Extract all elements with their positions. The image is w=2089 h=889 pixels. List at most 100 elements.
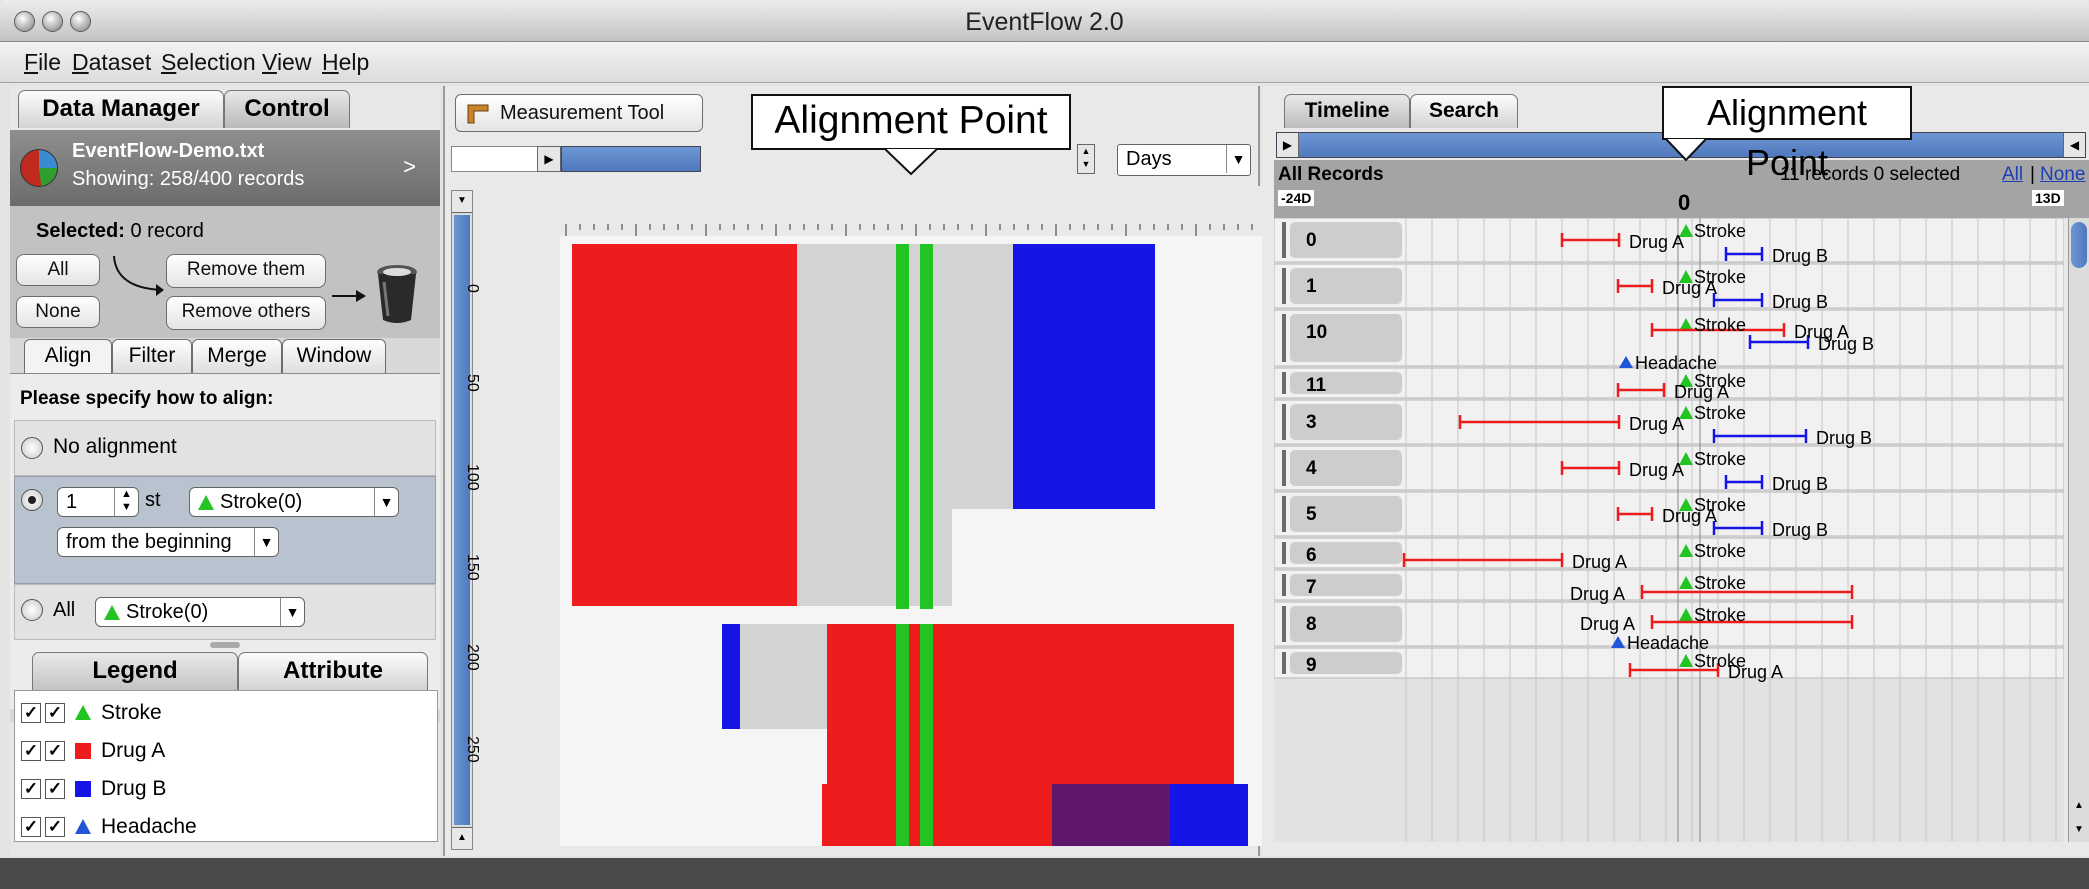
measurement-tool-button[interactable]: Measurement Tool: [455, 94, 703, 132]
event-label: Drug B: [1772, 292, 1829, 312]
menu-file[interactable]: File: [24, 49, 61, 76]
zoom-slider[interactable]: [561, 146, 701, 172]
legend-drug-a-select-checkbox[interactable]: ✓: [45, 741, 65, 761]
all-event-radio[interactable]: [21, 599, 43, 621]
tab-filter[interactable]: Filter: [112, 339, 192, 373]
record-id-label[interactable]: 0: [1282, 222, 1402, 258]
rows-scrollbar[interactable]: ▼ ▲: [2068, 218, 2089, 842]
select-none-link[interactable]: None: [2040, 164, 2085, 186]
stroke-bar: [920, 624, 933, 846]
drug-b-square-icon: [75, 781, 91, 797]
record-id-label[interactable]: 9: [1282, 652, 1402, 676]
all-event-option: All Stroke(0) ▼: [14, 584, 436, 640]
record-id-label[interactable]: 8: [1282, 606, 1402, 642]
remove-others-button[interactable]: Remove others: [166, 296, 326, 330]
record-id-label[interactable]: 3: [1282, 404, 1402, 440]
nth-event-radio[interactable]: [21, 489, 43, 511]
splitter-handle[interactable]: [210, 642, 240, 648]
legend-drug-b-visible-checkbox[interactable]: ✓: [21, 779, 41, 799]
event-label: Drug A: [1629, 460, 1685, 480]
no-alignment-option[interactable]: No alignment: [14, 420, 436, 476]
tab-attribute[interactable]: Attribute: [238, 652, 428, 690]
y-tick-label: 200: [464, 644, 481, 671]
dataset-header[interactable]: EventFlow-Demo.txt Showing: 258/400 reco…: [10, 130, 440, 206]
aggregated-event-chart: [480, 186, 1262, 846]
event-label: Drug A: [1728, 662, 1784, 682]
record-id-label[interactable]: 11: [1282, 372, 1402, 396]
tab-legend[interactable]: Legend: [32, 652, 238, 690]
scroll-right-icon[interactable]: ▶: [537, 146, 561, 172]
legend-label: Stroke: [101, 701, 162, 724]
y-tick-label: 250: [464, 736, 481, 763]
event-label: Drug A: [1629, 232, 1685, 252]
nth-event-option: 1 ▲ ▼ st Stroke(0) ▼ from the beginning ▼: [14, 476, 436, 584]
timeline-header: All Records 11 records 0 selected All | …: [1274, 160, 2089, 218]
legend-label: Headache: [101, 815, 197, 838]
all-event-select[interactable]: Stroke(0) ▼: [95, 597, 305, 627]
legend-drug-a-visible-checkbox[interactable]: ✓: [21, 741, 41, 761]
chevron-down-icon: ▼: [374, 488, 398, 516]
legend-stroke-select-checkbox[interactable]: ✓: [45, 703, 65, 723]
nth-input[interactable]: 1 ▲ ▼: [57, 487, 139, 517]
stroke-bar: [896, 244, 909, 609]
y-tick-label: 150: [464, 554, 481, 581]
event-label: Stroke: [1694, 221, 1747, 241]
stroke-triangle-icon: [75, 705, 91, 720]
zoom-track-left[interactable]: [451, 146, 541, 172]
select-none-button[interactable]: None: [16, 296, 100, 328]
y-tick-label: 50: [464, 374, 481, 392]
event-label: Stroke: [1694, 403, 1747, 423]
record-id-label[interactable]: 4: [1282, 450, 1402, 486]
legend-stroke-visible-checkbox[interactable]: ✓: [21, 703, 41, 723]
selection-area: Selected: 0 record All None Remove them …: [10, 206, 440, 338]
tab-control[interactable]: Control: [224, 90, 350, 128]
callout-pointer: [885, 148, 937, 176]
gap-block: [740, 624, 827, 729]
tab-search[interactable]: Search: [1410, 94, 1518, 128]
tab-merge[interactable]: Merge: [192, 339, 282, 373]
y-tick-label: 100: [464, 464, 481, 491]
chevron-right-icon[interactable]: >: [403, 154, 416, 180]
record-id-label[interactable]: 5: [1282, 496, 1402, 532]
select-all-button[interactable]: All: [16, 254, 100, 286]
callout-pointer: [1666, 138, 1706, 162]
menu-view[interactable]: View: [262, 49, 311, 76]
tab-data-manager[interactable]: Data Manager: [18, 90, 224, 128]
from-select[interactable]: from the beginning ▼: [57, 527, 279, 557]
trash-icon[interactable]: [372, 262, 422, 324]
legend-drug-b-select-checkbox[interactable]: ✓: [45, 779, 65, 799]
legend-headache-select-checkbox[interactable]: ✓: [45, 817, 65, 837]
menu-dataset[interactable]: Dataset: [72, 49, 151, 76]
remove-them-button[interactable]: Remove them: [166, 254, 326, 288]
no-alignment-label: No alignment: [53, 435, 177, 458]
scroll-right-icon[interactable]: ▶: [1277, 133, 1299, 157]
event-label: Drug A: [1580, 614, 1636, 634]
record-id-label[interactable]: 7: [1282, 574, 1402, 598]
scroll-left-icon[interactable]: ◀: [2063, 133, 2085, 157]
record-id-label[interactable]: 10: [1282, 314, 1402, 362]
event-label: Drug B: [1818, 334, 1875, 354]
legend-headache-visible-checkbox[interactable]: ✓: [21, 817, 41, 837]
axis-start-label: -24D: [1278, 190, 1315, 206]
drug-a-square-icon: [75, 743, 91, 759]
tab-timeline[interactable]: Timeline: [1284, 94, 1410, 128]
event-label: Drug A: [1662, 506, 1718, 526]
unit-stepper[interactable]: ▲ ▼: [1077, 144, 1095, 174]
tab-window[interactable]: Window: [282, 339, 386, 373]
aggregated-view-panel: Measurement Tool ▶ ▲▼ Days▼ 0 0 ▼ ▲ 0501…: [443, 86, 1262, 856]
align-event-select[interactable]: Stroke(0) ▼: [189, 487, 399, 517]
tab-align[interactable]: Align: [24, 339, 112, 373]
record-id-label[interactable]: 1: [1282, 268, 1402, 304]
legend-label: Drug A: [101, 739, 166, 762]
event-label: Drug A: [1572, 552, 1628, 572]
all-records-title: All Records: [1278, 164, 1384, 185]
no-alignment-radio[interactable]: [21, 437, 43, 459]
timeline-panel: Timeline Search ▶ ◀ All Records 11 recor…: [1262, 86, 2089, 856]
record-id-label[interactable]: 6: [1282, 542, 1402, 566]
menu-help[interactable]: Help: [322, 49, 369, 76]
select-all-link[interactable]: All: [2002, 164, 2023, 186]
legend-list: ✓ ✓ Stroke ✓ ✓ Drug A ✓ ✓ Drug B ✓ ✓ Hea…: [14, 690, 438, 842]
time-unit-select[interactable]: Days ▼: [1117, 144, 1251, 176]
menu-selection[interactable]: Selection: [161, 49, 256, 76]
drugB-block: [722, 624, 740, 729]
